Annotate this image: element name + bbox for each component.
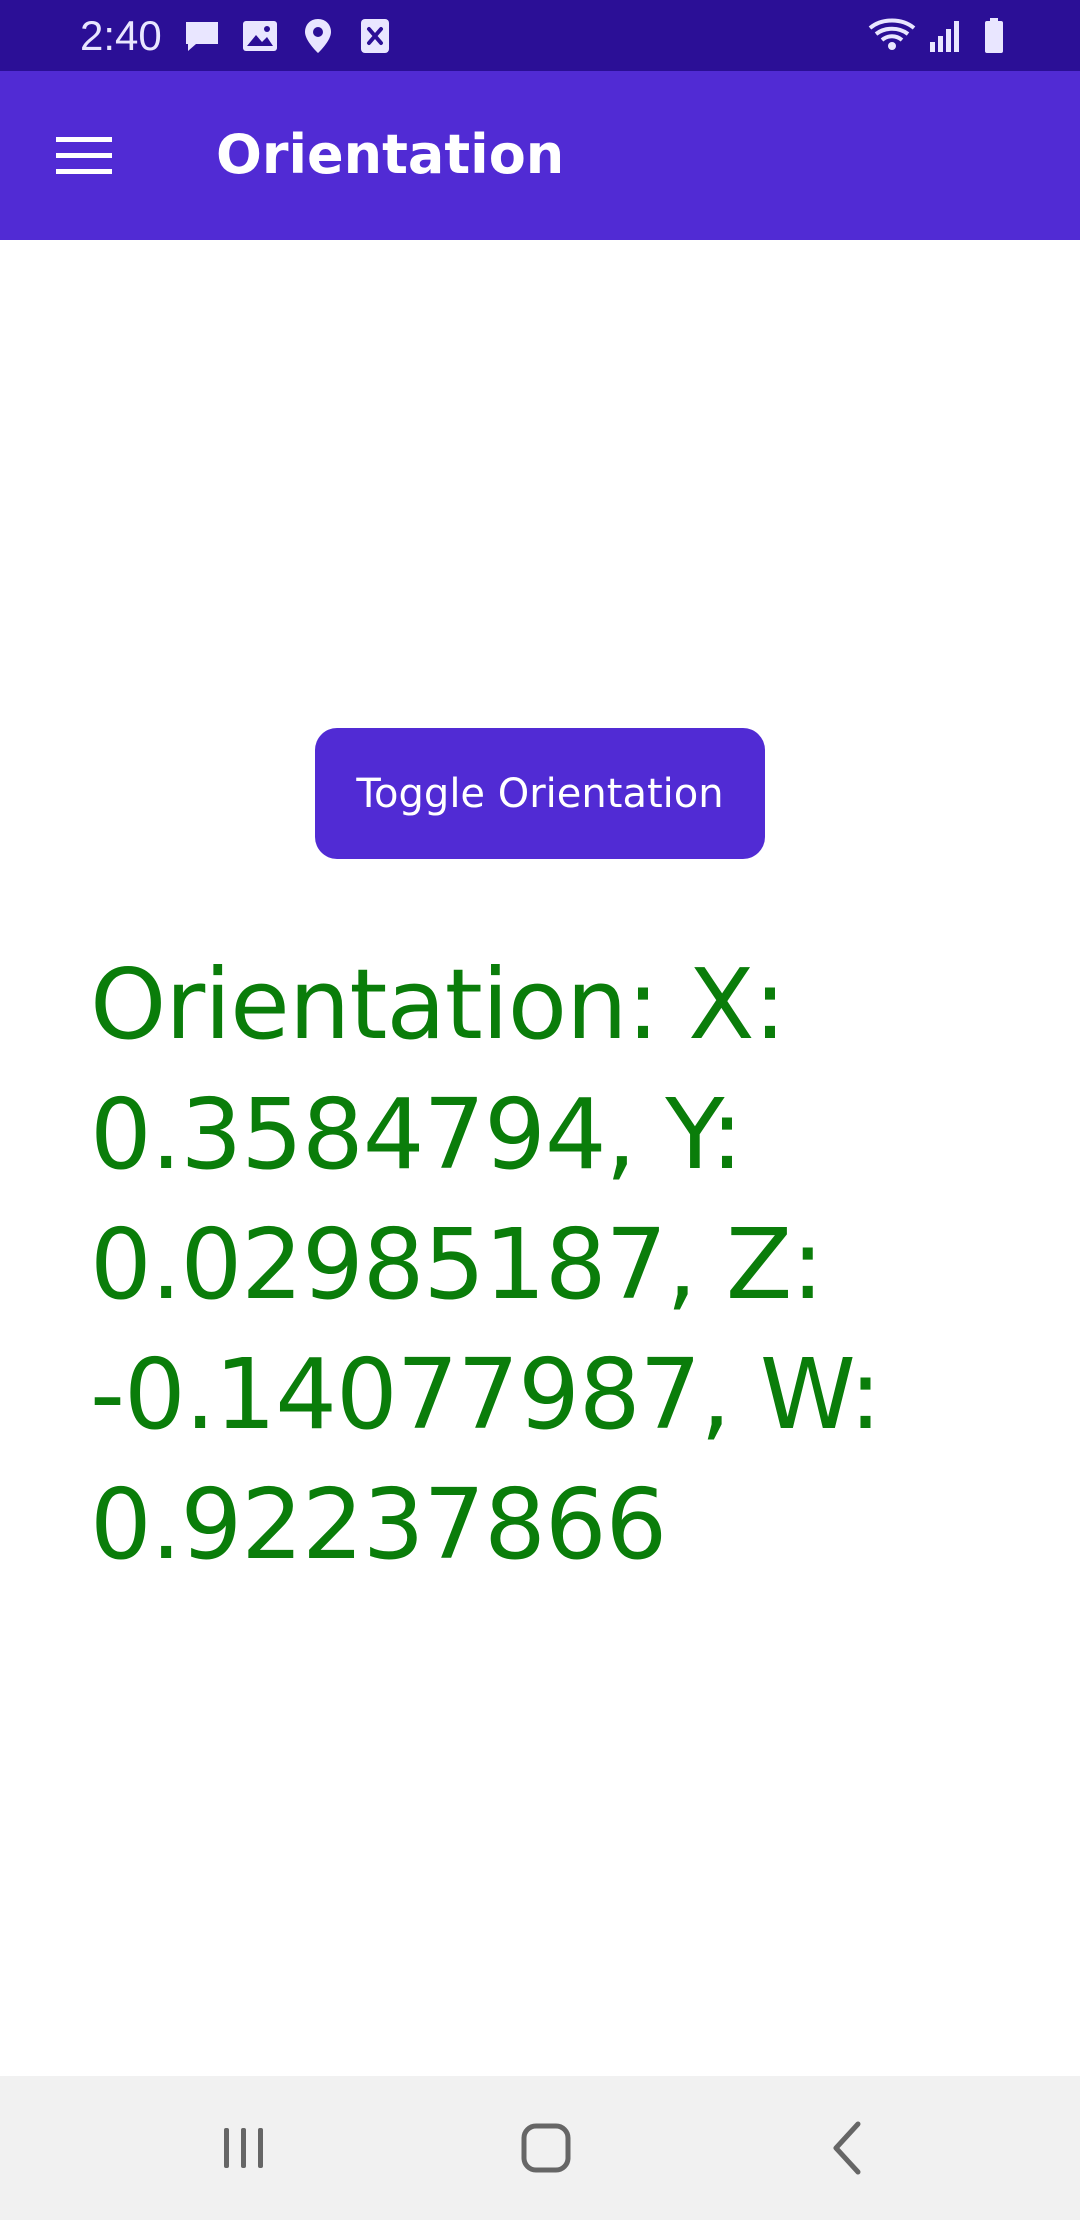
orientation-line: -0.14077987, W: xyxy=(90,1338,882,1451)
orientation-line: 0.92237866 xyxy=(90,1468,667,1581)
toggle-orientation-button[interactable]: Toggle Orientation xyxy=(315,728,765,859)
page-title: Orientation xyxy=(216,123,565,186)
recent-apps-button[interactable] xyxy=(204,2108,284,2188)
back-button[interactable] xyxy=(808,2108,888,2188)
location-icon xyxy=(298,16,338,56)
message-icon xyxy=(182,16,222,56)
orientation-line: 0.02985187, Z: xyxy=(90,1208,824,1321)
image-icon xyxy=(240,16,280,56)
orientation-line: 0.3584794, Y: xyxy=(90,1078,743,1191)
hamburger-menu-button[interactable] xyxy=(40,111,128,199)
toggle-orientation-label: Toggle Orientation xyxy=(356,770,724,817)
recent-apps-icon xyxy=(224,2128,263,2168)
app-bar: Orientation xyxy=(0,71,1080,240)
status-time: 2:40 xyxy=(80,12,162,59)
orientation-readout: Orientation: X: 0.3584794, Y: 0.02985187… xyxy=(90,940,990,1590)
battery-icon xyxy=(974,16,1014,56)
home-button[interactable] xyxy=(506,2108,586,2188)
hamburger-menu-icon xyxy=(56,137,112,174)
system-navigation-bar xyxy=(0,2076,1080,2220)
signal-icon xyxy=(926,16,966,56)
wifi-icon xyxy=(866,16,918,56)
status-bar: 2:40 xyxy=(0,0,1080,71)
orientation-line: Orientation: X: xyxy=(90,948,786,1061)
home-icon xyxy=(521,2123,571,2173)
close-box-icon xyxy=(355,16,395,56)
back-icon xyxy=(833,2121,861,2175)
